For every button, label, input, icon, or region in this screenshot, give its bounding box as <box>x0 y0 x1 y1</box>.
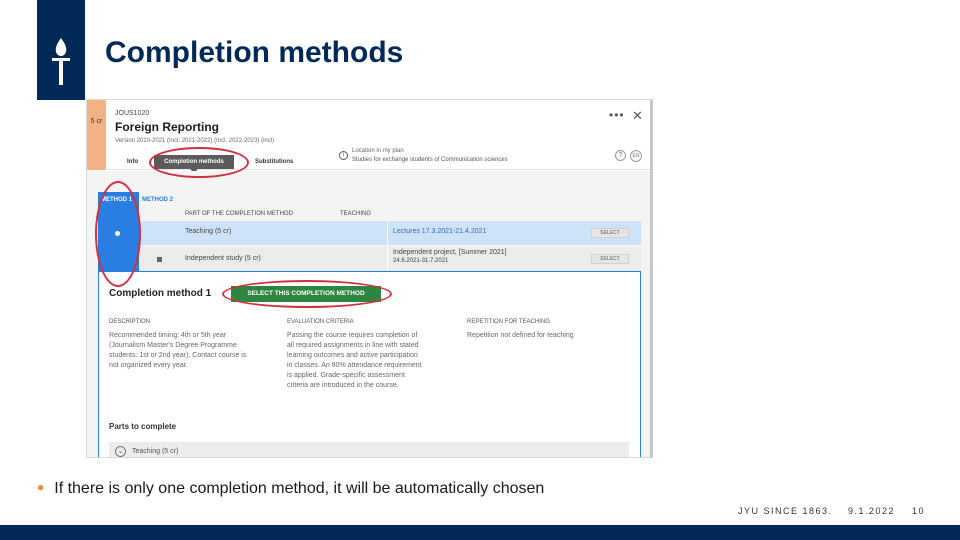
teaching-cell[interactable]: Lectures 17.3.2021-21.4.2021 <box>393 228 486 235</box>
location-label: Location in my plan <box>352 148 404 154</box>
teaching-cell[interactable]: Independent project, [Summer 2021] <box>393 249 507 256</box>
location-value[interactable]: Studies for exchange students of Communi… <box>352 157 508 163</box>
description-heading: DESCRIPTION <box>109 319 151 325</box>
footer-page: 10 <box>912 506 926 516</box>
table-row[interactable]: Independent study (5 cr) Independent pro… <box>139 247 641 271</box>
tab-substitutions[interactable]: Substitutions <box>255 159 293 165</box>
credit-strip: 5 cr <box>87 100 106 170</box>
annotation-circle-method <box>95 181 141 287</box>
screenshot-edge <box>650 100 653 458</box>
course-screenshot: 5 cr JOUS1020 Foreign Reporting Version … <box>86 99 653 458</box>
parts-title: Parts to complete <box>109 422 177 431</box>
course-title: Foreign Reporting <box>115 120 219 134</box>
more-options-icon[interactable]: ••• <box>609 108 625 122</box>
column-header-part: PART OF THE COMPLETION METHOD <box>185 211 293 217</box>
version-selector[interactable]: Version 2020-2021 (Incl. 2021-2022) (Inc… <box>115 138 274 144</box>
row-divider <box>387 221 388 245</box>
evaluation-heading: EVALUATION CRITERIA <box>287 319 354 325</box>
chevron-down-icon[interactable]: ⌄ <box>115 446 126 457</box>
close-icon[interactable]: ✕ <box>632 108 643 124</box>
torch-logo-icon <box>52 38 70 85</box>
annotation-circle-button <box>222 280 392 308</box>
credits-label: 5 cr <box>90 118 103 125</box>
annotation-circle-tab <box>149 147 249 178</box>
location-icon: i <box>339 151 348 160</box>
select-button[interactable]: SELECT <box>591 254 629 264</box>
bottom-band <box>0 525 960 540</box>
method-title: Completion method 1 <box>109 288 212 299</box>
language-icon[interactable]: EN <box>630 150 642 162</box>
table-row[interactable]: Teaching (5 cr) Lectures 17.3.2021-21.4.… <box>139 221 641 245</box>
tab-method-2[interactable]: METHOD 2 <box>142 197 173 203</box>
teaching-dates: 24.6.2021-31.7.2021 <box>393 258 449 264</box>
bullet-point: ● If there is only one completion method,… <box>37 480 544 498</box>
evaluation-text: Passing the course requires completion o… <box>287 332 422 389</box>
select-button[interactable]: SELECT <box>591 228 629 238</box>
part-marker <box>157 257 162 262</box>
part-label: Teaching (5 cr) <box>132 448 179 455</box>
row-divider <box>387 247 388 271</box>
part-cell: Teaching (5 cr) <box>185 228 232 235</box>
bullet-text: If there is only one completion method, … <box>54 480 545 497</box>
description-text: Recommended timing: 4th or 5th year (Jou… <box>109 332 247 369</box>
course-code: JOUS1020 <box>115 110 150 117</box>
tab-info[interactable]: Info <box>127 159 138 165</box>
footer-org: JYU SINCE 1863. <box>738 506 833 516</box>
repetition-heading: REPETITION FOR TEACHING <box>467 319 550 325</box>
footer-date: 9.1.2022 <box>848 506 896 516</box>
page-title: Completion methods <box>105 36 404 69</box>
list-item[interactable]: ⌄ Teaching (5 cr) <box>109 442 629 457</box>
part-cell: Independent study (5 cr) <box>185 255 261 262</box>
university-logo <box>37 0 85 100</box>
help-icon[interactable]: ? <box>615 150 626 161</box>
column-header-teaching: TEACHING <box>340 211 372 217</box>
bullet-dot-icon: ● <box>37 480 45 494</box>
repetition-text: Repetition not defined for teaching <box>467 332 574 339</box>
